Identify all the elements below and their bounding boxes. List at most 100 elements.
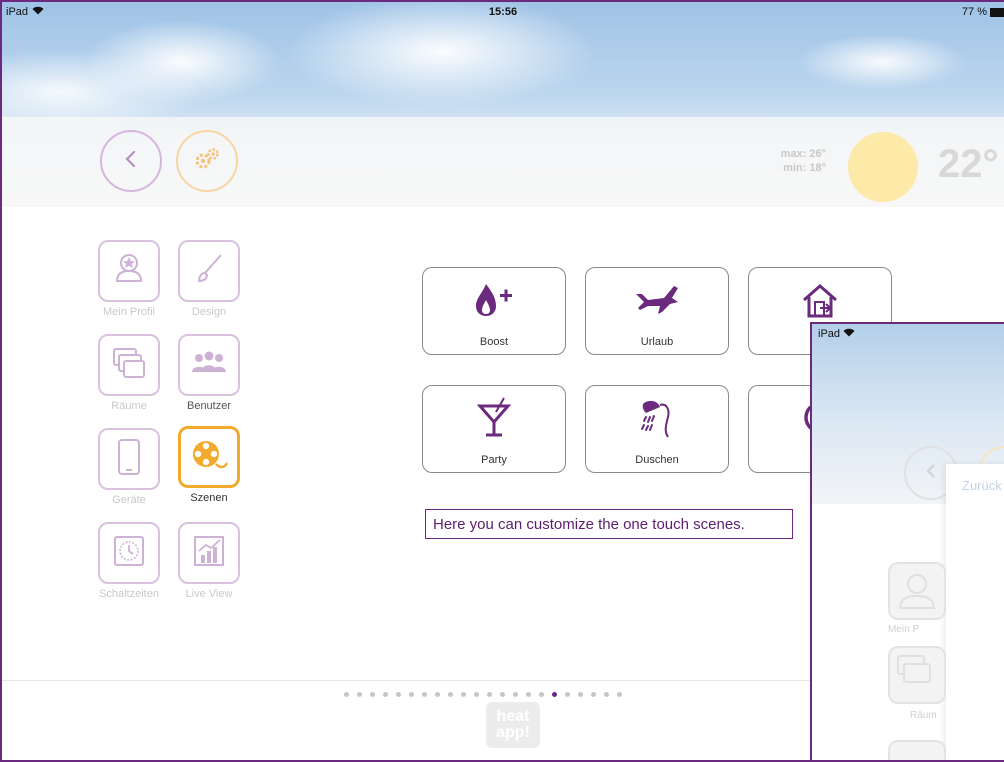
page-dot[interactable]	[396, 692, 401, 697]
sidebar-label: Schaltzeiten	[99, 588, 159, 600]
sidebar-tile	[98, 428, 160, 490]
chevron-left-icon	[123, 149, 139, 174]
profile-star-icon	[111, 251, 147, 292]
sidebar-tile	[98, 240, 160, 302]
page-dot[interactable]	[513, 692, 518, 697]
sun-icon	[848, 132, 918, 202]
scene-boost[interactable]: Boost	[422, 267, 566, 355]
page-indicator[interactable]	[344, 692, 622, 697]
status-time: 15:56	[488, 6, 518, 18]
logo-line-2: app!	[496, 724, 530, 741]
status-right: 77 %	[962, 6, 1004, 18]
chart-icon	[191, 533, 227, 574]
sidebar-label: Szenen	[190, 492, 228, 504]
scene-icon	[632, 268, 682, 336]
battery-icon	[990, 7, 1004, 17]
logo-text: heat app!	[496, 709, 530, 741]
settings-button[interactable]	[176, 130, 238, 192]
gears-icon	[192, 146, 222, 177]
battery-percent: 77 %	[961, 6, 987, 18]
scene-icon	[472, 268, 516, 336]
temperature-min: min: 18°	[783, 162, 826, 174]
rooms-icon	[110, 345, 148, 386]
overlay-panel	[946, 464, 1004, 760]
heatapp-logo: heat app!	[486, 702, 540, 748]
sidebar-label: Geräte	[112, 494, 146, 506]
page-dot-active[interactable]	[552, 692, 557, 697]
scene-party[interactable]: Party	[422, 385, 566, 473]
page-dot[interactable]	[565, 692, 570, 697]
app-frame: iPad 15:56 77 % max: 26° min: 18° 22° Me…	[0, 0, 1004, 762]
page-dot[interactable]	[539, 692, 544, 697]
logo-line-1: heat	[496, 708, 530, 725]
clock-icon	[111, 533, 147, 574]
page-dot[interactable]	[591, 692, 596, 697]
page-dot[interactable]	[578, 692, 583, 697]
scene-label: Party	[481, 454, 507, 466]
rooms-icon	[890, 655, 944, 706]
page-dot[interactable]	[617, 692, 622, 697]
users-icon	[189, 348, 229, 383]
page-dot[interactable]	[448, 692, 453, 697]
page-dot[interactable]	[383, 692, 388, 697]
sidebar-item-live-view[interactable]: Live View	[176, 522, 242, 600]
page-dot[interactable]	[487, 692, 492, 697]
page-dot[interactable]	[357, 692, 362, 697]
sidebar-tile	[98, 334, 160, 396]
sidebar-item-schaltzeiten[interactable]: Schaltzeiten	[96, 522, 162, 600]
status-bar: iPad 15:56 77 %	[2, 2, 1004, 24]
scene-label: Boost	[479, 336, 509, 348]
page-dot[interactable]	[526, 692, 531, 697]
overlay-profile-label: Mein P	[888, 624, 920, 635]
overlay-status: iPad	[818, 328, 855, 340]
page-dot[interactable]	[500, 692, 505, 697]
overlay-rooms-label: Räum	[910, 710, 937, 721]
page-dot[interactable]	[461, 692, 466, 697]
sidebar-tile	[178, 522, 240, 584]
back-button[interactable]	[100, 130, 162, 192]
sidebar-tile	[178, 334, 240, 396]
sidebar-label: Mein Profil	[103, 306, 155, 318]
overlay-devices-tile[interactable]	[888, 740, 946, 760]
sidebar-tile	[178, 426, 240, 488]
wifi-icon	[843, 328, 855, 340]
scene-label: Duschen	[635, 454, 679, 466]
tutorial-hint: Here you can customize the one touch sce…	[425, 509, 793, 539]
sidebar-item-geraete[interactable]: Geräte	[96, 428, 162, 506]
flame-plus-icon	[472, 280, 516, 325]
sidebar-label: Benutzer	[186, 400, 232, 412]
sidebar-item-mein-profil[interactable]: Mein Profil	[96, 240, 162, 318]
scene-duschen[interactable]: Duschen	[585, 385, 729, 473]
page-dot[interactable]	[435, 692, 440, 697]
page-dot[interactable]	[344, 692, 349, 697]
tablet-icon	[116, 437, 142, 482]
sidebar-label: Design	[191, 306, 227, 318]
shower-icon	[634, 395, 680, 446]
sidebar-label: Live View	[185, 588, 233, 600]
airplane-icon	[632, 280, 682, 325]
film-reel-icon	[189, 437, 229, 478]
sidebar-tile	[178, 240, 240, 302]
sidebar-item-benutzer[interactable]: Benutzer	[176, 334, 242, 412]
sidebar-item-design[interactable]: Design	[176, 240, 242, 318]
scene-label: Urlaub	[640, 336, 674, 348]
page-dot[interactable]	[409, 692, 414, 697]
page-dot[interactable]	[422, 692, 427, 697]
sidebar-item-raeume[interactable]: Räume	[96, 334, 162, 412]
page-dot[interactable]	[474, 692, 479, 697]
overlay-rooms-tile[interactable]	[888, 646, 946, 704]
sidebar-item-szenen[interactable]: Szenen	[176, 426, 242, 504]
sidebar-tile	[98, 522, 160, 584]
current-temperature: 22°	[938, 142, 999, 186]
overlay-back-link[interactable]: Zurück	[962, 478, 1002, 493]
overlay-preview: iPad Zurück Mein P Räum	[810, 322, 1004, 760]
page-dot[interactable]	[370, 692, 375, 697]
overlay-device-name: iPad	[818, 328, 841, 340]
scene-icon	[472, 386, 516, 454]
page-dot[interactable]	[604, 692, 609, 697]
sidebar-label: Räume	[111, 400, 147, 412]
overlay-profile-tile[interactable]	[888, 562, 946, 620]
scene-urlaub[interactable]: Urlaub	[585, 267, 729, 355]
scene-icon	[634, 386, 680, 454]
house-leave-icon	[798, 280, 842, 325]
